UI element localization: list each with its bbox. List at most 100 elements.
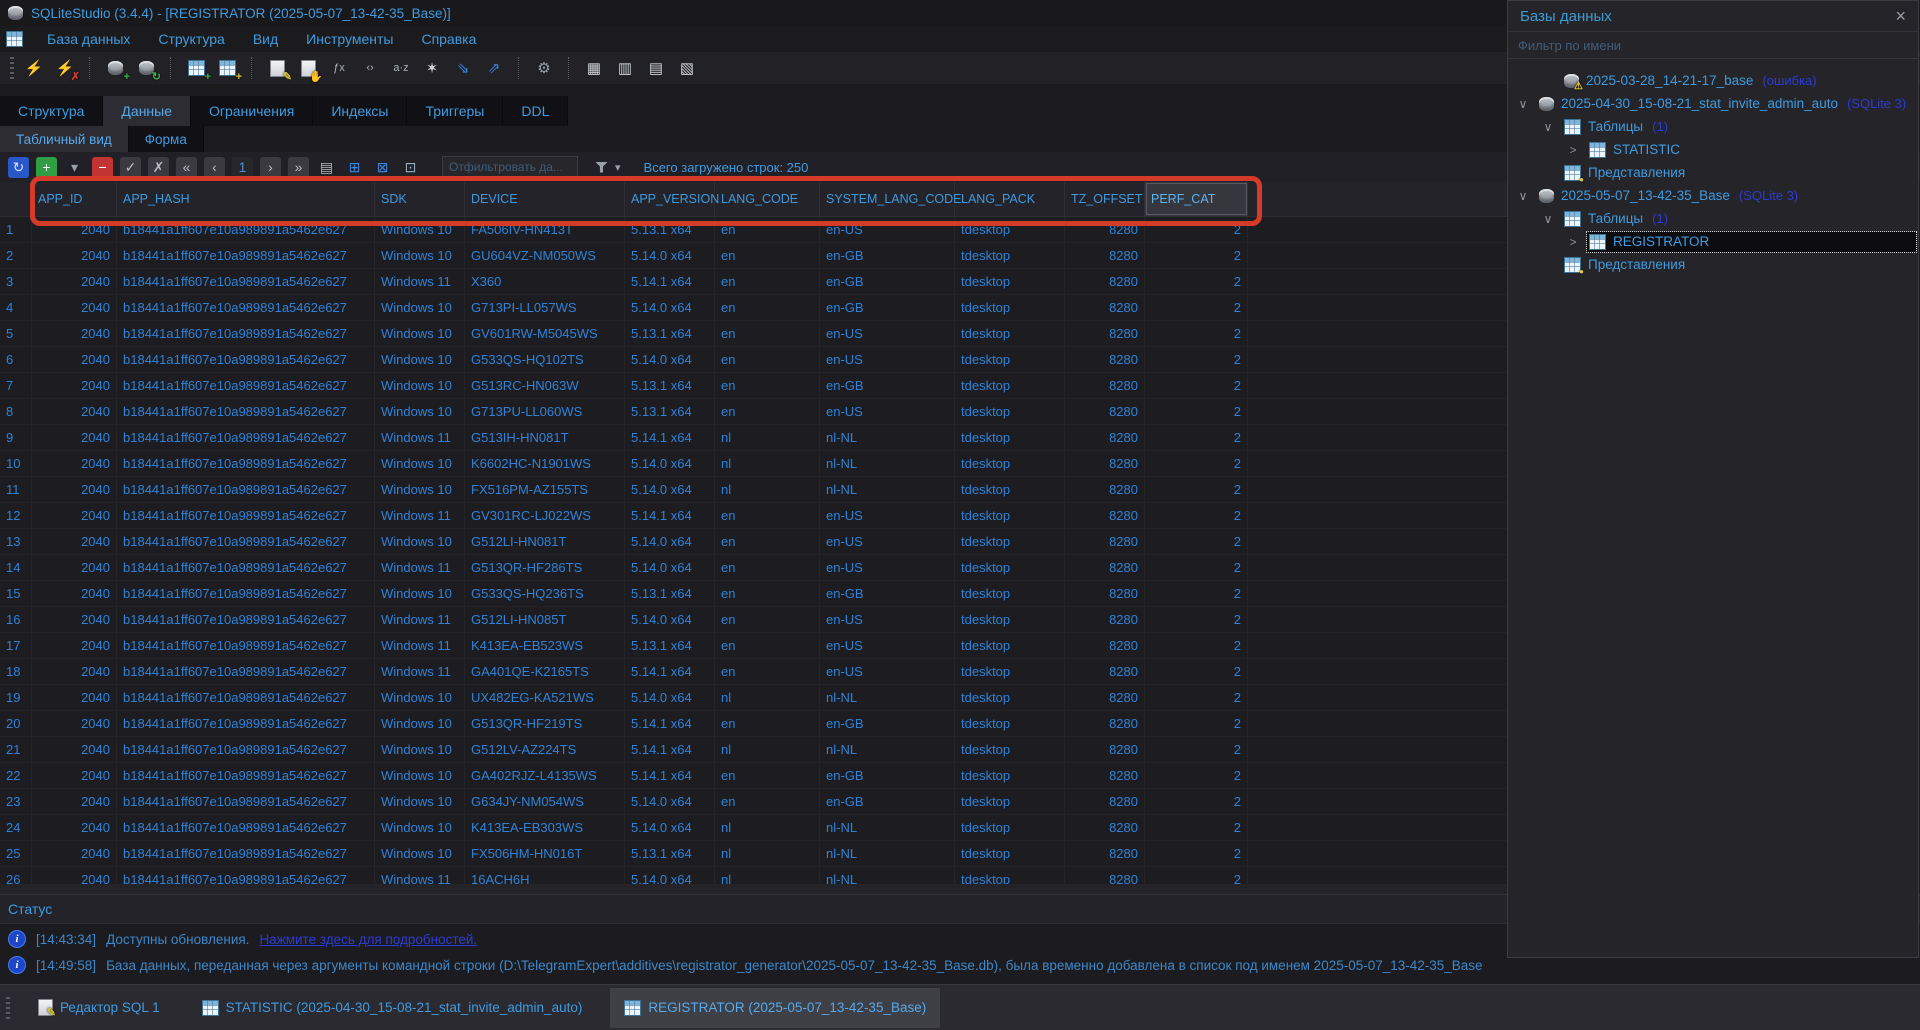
toolbar-grip[interactable]	[10, 57, 14, 79]
cell-system_lang_code[interactable]: en-US	[820, 555, 955, 580]
cell-lang_pack[interactable]: tdesktop	[955, 529, 1065, 554]
cell-device[interactable]: G533QS-HQ102TS	[465, 347, 625, 372]
cell-lang_pack[interactable]: tdesktop	[955, 269, 1065, 294]
cell-app_hash[interactable]: b18441a1ff607e10a989891a5462e627	[117, 789, 375, 814]
cell-lang_code[interactable]: nl	[715, 685, 820, 710]
cell-lang_pack[interactable]: tdesktop	[955, 789, 1065, 814]
table-row[interactable]: 72040b18441a1ff607e10a989891a5462e627Win…	[0, 373, 1507, 399]
cell-app_version[interactable]: 5.14.0 x64	[625, 867, 715, 884]
query-doc-icon[interactable]: ⊡	[400, 157, 421, 178]
row-number[interactable]: 13	[0, 529, 32, 554]
cell-lang_pack[interactable]: tdesktop	[955, 555, 1065, 580]
cell-system_lang_code[interactable]: en-US	[820, 347, 955, 372]
table-row[interactable]: 122040b18441a1ff607e10a989891a5462e627Wi…	[0, 503, 1507, 529]
row-number[interactable]: 14	[0, 555, 32, 580]
cell-lang_pack[interactable]: tdesktop	[955, 399, 1065, 424]
cell-perf_cat[interactable]: 2	[1145, 529, 1248, 554]
cell-lang_code[interactable]: nl	[715, 841, 820, 866]
row-number[interactable]: 17	[0, 633, 32, 658]
chevron-down-icon[interactable]: ∨	[1541, 120, 1555, 134]
cell-sdk[interactable]: Windows 10	[375, 763, 465, 788]
cell-device[interactable]: FA506IV-HN413T	[465, 217, 625, 242]
cell-lang_code[interactable]: en	[715, 503, 820, 528]
add-row-icon[interactable]: +	[36, 157, 57, 178]
cell-lang_code[interactable]: en	[715, 269, 820, 294]
cell-device[interactable]: G512LV-AZ224TS	[465, 737, 625, 762]
cell-tz_offset[interactable]: 8280	[1065, 555, 1145, 580]
cell-lang_pack[interactable]: tdesktop	[955, 815, 1065, 840]
cell-tz_offset[interactable]: 8280	[1065, 867, 1145, 884]
tree-item-2025-05-07-13-42-35-base[interactable]: ∨2025-05-07_13-42-35_Base(SQLite 3)	[1508, 184, 1918, 207]
delete-row-icon[interactable]: −	[92, 157, 113, 178]
cell-tz_offset[interactable]: 8280	[1065, 685, 1145, 710]
configuration-icon[interactable]: ⚙	[533, 57, 555, 79]
cell-device[interactable]: G513IH-HN081T	[465, 425, 625, 450]
row-number[interactable]: 8	[0, 399, 32, 424]
cell-app_hash[interactable]: b18441a1ff607e10a989891a5462e627	[117, 477, 375, 502]
cell-lang_code[interactable]: en	[715, 607, 820, 632]
cell-app_version[interactable]: 5.14.0 x64	[625, 685, 715, 710]
cell-perf_cat[interactable]: 2	[1145, 841, 1248, 866]
cell-perf_cat[interactable]: 2	[1145, 815, 1248, 840]
cell-device[interactable]: K413EA-EB523WS	[465, 633, 625, 658]
chevron-right-icon[interactable]: >	[1566, 143, 1580, 157]
tree-item-представления[interactable]: ●Представления	[1508, 253, 1918, 276]
row-number[interactable]: 19	[0, 685, 32, 710]
cell-system_lang_code[interactable]: nl-NL	[820, 451, 955, 476]
cell-sdk[interactable]: Windows 11	[375, 555, 465, 580]
row-number[interactable]: 26	[0, 867, 32, 884]
row-number[interactable]: 22	[0, 763, 32, 788]
ddl-history-icon[interactable]: ✋	[297, 57, 319, 79]
cell-system_lang_code[interactable]: en-US	[820, 633, 955, 658]
cell-lang_pack[interactable]: tdesktop	[955, 581, 1065, 606]
row-number[interactable]: 10	[0, 451, 32, 476]
add-row-caret-icon[interactable]: ▾	[64, 157, 85, 178]
cell-lang_code[interactable]: en	[715, 555, 820, 580]
row-number[interactable]: 4	[0, 295, 32, 320]
table-row[interactable]: 82040b18441a1ff607e10a989891a5462e627Win…	[0, 399, 1507, 425]
cell-app_hash[interactable]: b18441a1ff607e10a989891a5462e627	[117, 607, 375, 632]
cell-lang_pack[interactable]: tdesktop	[955, 867, 1065, 884]
table-row[interactable]: 22040b18441a1ff607e10a989891a5462e627Win…	[0, 243, 1507, 269]
cell-app_id[interactable]: 2040	[32, 737, 117, 762]
cell-lang_pack[interactable]: tdesktop	[955, 295, 1065, 320]
cell-app_hash[interactable]: b18441a1ff607e10a989891a5462e627	[117, 321, 375, 346]
tab-структура[interactable]: Структура	[0, 96, 103, 126]
cell-app_version[interactable]: 5.14.0 x64	[625, 243, 715, 268]
table-row[interactable]: 172040b18441a1ff607e10a989891a5462e627Wi…	[0, 633, 1507, 659]
cell-app_id[interactable]: 2040	[32, 295, 117, 320]
cell-app_hash[interactable]: b18441a1ff607e10a989891a5462e627	[117, 425, 375, 450]
menu-item[interactable]: Структура	[144, 29, 238, 49]
cell-app_id[interactable]: 2040	[32, 633, 117, 658]
cell-sdk[interactable]: Windows 11	[375, 607, 465, 632]
cell-app_hash[interactable]: b18441a1ff607e10a989891a5462e627	[117, 451, 375, 476]
edit-database-icon[interactable]: ↻	[135, 57, 157, 79]
cell-app_id[interactable]: 2040	[32, 503, 117, 528]
cell-perf_cat[interactable]: 2	[1145, 581, 1248, 606]
mdi-child-icon[interactable]	[6, 31, 23, 47]
cell-lang_pack[interactable]: tdesktop	[955, 763, 1065, 788]
cell-app_id[interactable]: 2040	[32, 659, 117, 684]
cell-app_id[interactable]: 2040	[32, 477, 117, 502]
cell-tz_offset[interactable]: 8280	[1065, 789, 1145, 814]
chevron-right-icon[interactable]: >	[1566, 235, 1580, 249]
tree-item-2025-03-28-14-21-17-base[interactable]: ⚠2025-03-28_14-21-17_base(ошибка)	[1508, 69, 1918, 92]
cell-device[interactable]: G513QR-HF219TS	[465, 711, 625, 736]
chevron-down-icon[interactable]: ∨	[1541, 212, 1555, 226]
first-row-icon[interactable]: «	[176, 157, 197, 178]
row-number[interactable]: 6	[0, 347, 32, 372]
filter-clear-icon[interactable]: ⊠	[372, 157, 393, 178]
cell-lang_pack[interactable]: tdesktop	[955, 633, 1065, 658]
row-number[interactable]: 5	[0, 321, 32, 346]
cell-app_id[interactable]: 2040	[32, 607, 117, 632]
cell-app_version[interactable]: 5.14.0 x64	[625, 555, 715, 580]
cell-device[interactable]: GU604VZ-NM050WS	[465, 243, 625, 268]
cell-app_version[interactable]: 5.14.0 x64	[625, 451, 715, 476]
disconnect-icon[interactable]: ⚡✗	[54, 57, 76, 79]
cell-lang_pack[interactable]: tdesktop	[955, 685, 1065, 710]
cell-device[interactable]: G713PI-LL057WS	[465, 295, 625, 320]
cell-system_lang_code[interactable]: en-GB	[820, 763, 955, 788]
cell-system_lang_code[interactable]: nl-NL	[820, 815, 955, 840]
cell-system_lang_code[interactable]: nl-NL	[820, 737, 955, 762]
cell-tz_offset[interactable]: 8280	[1065, 737, 1145, 762]
